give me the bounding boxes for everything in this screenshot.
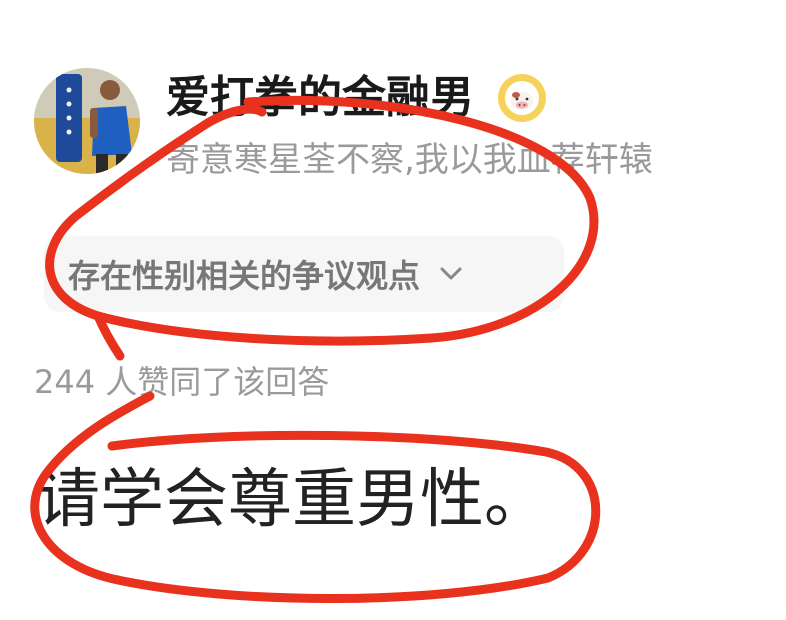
red-ellipse-upper-tail — [93, 311, 125, 361]
author-name[interactable]: 爱打拳的金融男 — [166, 72, 474, 124]
boxer-avatar-photo — [34, 68, 140, 174]
answer-body[interactable]: 请学会尊重男性。 — [36, 462, 548, 538]
author-avatar[interactable] — [34, 68, 140, 174]
answer-card: 爱打拳的金融男 寄意寒星荃不察,我以我血荐轩辕 存在性别相关的争议观点 244 … — [0, 0, 786, 620]
chevron-down-icon — [436, 259, 466, 289]
author-bio: 寄意寒星荃不察,我以我血荐轩辕 — [166, 140, 653, 180]
likes-count: 244 人赞同了该回答 — [34, 363, 330, 401]
cow-badge-icon — [496, 72, 548, 124]
controversy-notice-label: 存在性别相关的争议观点 — [68, 257, 421, 295]
controversy-notice[interactable]: 存在性别相关的争议观点 — [44, 236, 564, 312]
